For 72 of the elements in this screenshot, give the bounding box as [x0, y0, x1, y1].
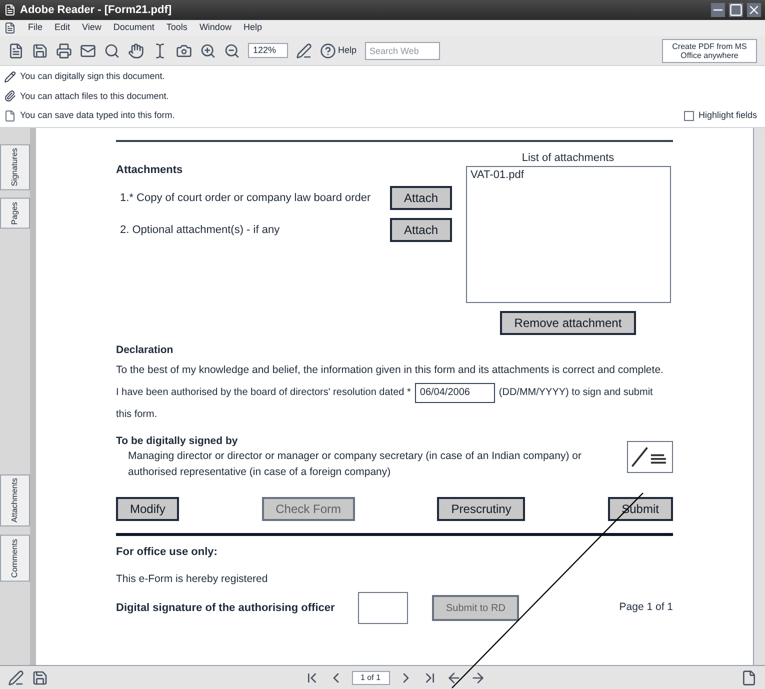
menu-item[interactable]: Edit	[54, 21, 70, 35]
close-icon[interactable]	[747, 3, 761, 17]
hand-icon[interactable]	[128, 42, 144, 58]
message-text: You can digitally sign this document.	[20, 70, 165, 83]
search-field[interactable]: Search Web	[364, 42, 440, 60]
page-icon	[4, 110, 16, 122]
zoom-out-icon[interactable]	[224, 42, 240, 58]
date-field[interactable]: 06/04/2006	[414, 382, 495, 402]
side-tab[interactable]: Pages	[0, 198, 30, 228]
checkbox-label: Highlight fields	[698, 109, 757, 122]
side-tab[interactable]: Comments	[0, 534, 30, 582]
remove-attachment-button[interactable]: Remove attachment	[500, 311, 636, 335]
menu-item[interactable]: Window	[199, 21, 232, 35]
action-button[interactable]: Prescrutiny	[437, 496, 526, 521]
zoom-in-icon[interactable]	[200, 42, 216, 58]
zoom-field[interactable]: 122%	[248, 42, 288, 58]
message-text: You can attach files to this document.	[20, 90, 169, 102]
action-button[interactable]: Modify	[116, 496, 180, 521]
page-layout-icon[interactable]	[741, 670, 758, 686]
minimize-icon[interactable]	[711, 3, 725, 17]
camera-icon[interactable]	[176, 42, 192, 58]
mail-icon[interactable]	[80, 42, 96, 58]
menu-item[interactable]: Help	[243, 21, 262, 35]
menu-item[interactable]: View	[82, 21, 102, 35]
forward-icon[interactable]	[470, 670, 486, 686]
signer-text: Managing director or director or manager or company secretary (in case of an Indian company) or authorised representative (in case of a foreign company)	[127, 449, 582, 480]
save-icon[interactable]	[32, 42, 48, 58]
attachment-item[interactable]: VAT-01.pdf	[470, 167, 666, 184]
side-tab[interactable]: Signatures	[0, 144, 30, 190]
app-icon	[4, 4, 16, 16]
signature-icon[interactable]	[627, 441, 673, 474]
create-pdf-button[interactable]: Create PDF from MS Office anywhere	[662, 38, 757, 62]
signature-label: Digital signature of the authorising officer	[116, 600, 336, 616]
maximize-icon[interactable]	[729, 3, 743, 17]
back-icon[interactable]	[446, 670, 462, 686]
document-icon	[4, 22, 16, 34]
attachment-list[interactable]: VAT-01.pdf	[466, 166, 670, 303]
section-heading: Declaration	[116, 343, 174, 358]
help-menu[interactable]: Help	[338, 44, 357, 58]
scrollbar[interactable]	[753, 128, 765, 665]
menu-item[interactable]: File	[28, 21, 43, 35]
open-icon[interactable]	[8, 42, 24, 58]
save-icon[interactable]	[32, 670, 48, 686]
attachment-label: 2. Optional attachment(s) - if any	[120, 222, 281, 238]
page-field[interactable]: 1 of 1	[352, 670, 390, 684]
menu-item[interactable]: Document	[113, 21, 154, 35]
attach-button[interactable]: Attach	[390, 218, 452, 242]
paperclip-icon	[4, 90, 16, 102]
registered-text: This e-Form is hereby registered	[116, 572, 269, 588]
attach-button[interactable]: Attach	[390, 186, 452, 210]
attachment-label: 1.* Copy of court order or company law board order	[120, 190, 372, 206]
signature-field[interactable]	[358, 592, 408, 624]
section-heading: For office use only:	[116, 544, 218, 560]
declaration-text: To the best of my knowledge and belief, the information given in this form and its attachments is correct and complete.	[116, 362, 664, 378]
authorisation-text: (DD/MM/YYYY) to sign and submit	[498, 386, 653, 400]
page-number: Page 1 of 1	[619, 600, 673, 616]
window-title: Adobe Reader - [Form21.pdf]	[20, 2, 172, 18]
side-tab[interactable]: Attachments	[0, 474, 30, 527]
authorisation-text: I have been authorised by the board of directors' resolution dated *	[116, 386, 411, 400]
search-icon[interactable]	[104, 42, 120, 58]
pen-icon[interactable]	[8, 670, 24, 686]
help-icon	[320, 42, 336, 58]
section-heading: To be digitally signed by	[116, 434, 239, 448]
menu-item[interactable]: Tools	[166, 21, 188, 35]
authorisation-text: this form.	[116, 408, 158, 422]
pen-icon	[4, 70, 16, 83]
pen-icon[interactable]	[296, 42, 312, 58]
message-text: You can save data typed into this form.	[20, 109, 175, 122]
section-heading: Attachments	[116, 162, 184, 178]
list-label: List of attachments	[522, 150, 614, 166]
printer-icon[interactable]	[56, 42, 72, 58]
checkbox[interactable]	[684, 110, 694, 121]
